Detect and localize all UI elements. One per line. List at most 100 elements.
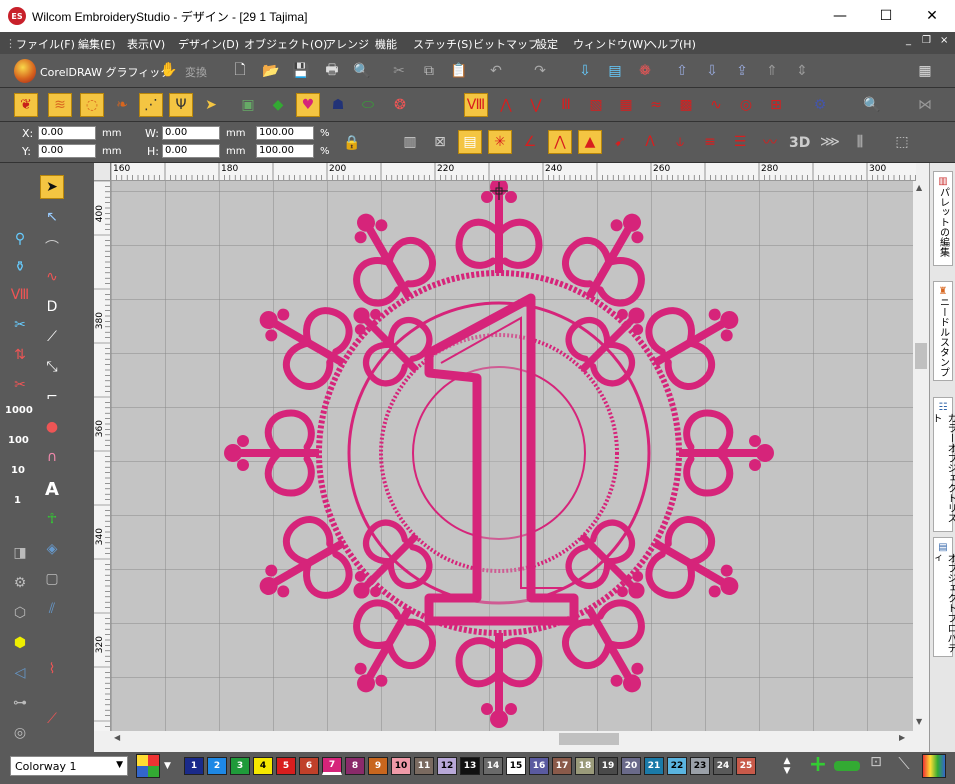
- maximize-button[interactable]: ☐: [863, 0, 909, 32]
- pattern-fill-icon[interactable]: ▦: [614, 93, 638, 117]
- lines-icon[interactable]: ≡: [698, 130, 722, 154]
- frame-icon[interactable]: ▢: [40, 567, 64, 591]
- menu-edit[interactable]: 編集(E): [78, 36, 116, 52]
- mdi-close-button[interactable]: ×: [940, 35, 948, 46]
- thread-swatch[interactable]: 20: [621, 757, 641, 775]
- scroll-right-icon[interactable]: ▶: [899, 733, 905, 742]
- save-icon[interactable]: 💾: [289, 59, 313, 83]
- design-canvas[interactable]: [111, 181, 913, 731]
- auto-fabric-icon[interactable]: ▤: [458, 130, 482, 154]
- fan-icon[interactable]: ⫝: [668, 130, 692, 154]
- stitch-player-icon[interactable]: ⇩: [573, 59, 597, 83]
- menu-object[interactable]: オブジェクト(O): [244, 36, 327, 52]
- cut-icon[interactable]: ✂: [387, 59, 411, 83]
- thread-swatch[interactable]: 10: [391, 757, 411, 775]
- mirror-icon[interactable]: ⋈: [913, 93, 937, 117]
- reshape-line-icon[interactable]: ⌇: [40, 657, 64, 681]
- thread-swatch[interactable]: 6: [299, 757, 319, 775]
- tab-object-properties[interactable]: ▤ オブジェクトプロパティ: [930, 537, 955, 657]
- add-color-icon[interactable]: +: [806, 754, 830, 778]
- needle-icon[interactable]: ⇅: [8, 343, 32, 367]
- columns-icon[interactable]: ⫼: [848, 130, 872, 154]
- print-icon[interactable]: 🖶: [320, 59, 344, 83]
- thread-swatch[interactable]: 17: [552, 757, 572, 775]
- horizontal-scroll-thumb[interactable]: [559, 733, 619, 745]
- arrange-up-icon[interactable]: ⇧: [670, 59, 694, 83]
- vertical-scroll-thumb[interactable]: [915, 343, 927, 369]
- hexagon-filled-icon[interactable]: ⬢: [8, 631, 32, 655]
- shape-square-icon[interactable]: ◨: [8, 541, 32, 565]
- diagonal-fill-icon[interactable]: ▧: [584, 93, 608, 117]
- thread-swatch[interactable]: 16: [529, 757, 549, 775]
- scroll-left-icon[interactable]: ◀: [114, 733, 120, 742]
- arrange-down-icon[interactable]: ⇩: [700, 59, 724, 83]
- grid-toggle-icon[interactable]: ▦: [913, 59, 937, 83]
- thread-swatch[interactable]: 25: [736, 757, 756, 775]
- send-back-icon[interactable]: ⇑: [760, 59, 784, 83]
- thread-swatch[interactable]: 21: [644, 757, 664, 775]
- copy-icon[interactable]: ⧉: [417, 59, 441, 83]
- travel-icon[interactable]: ▤: [603, 59, 627, 83]
- y-field[interactable]: 0.00: [38, 144, 96, 158]
- parallel-icon[interactable]: ⫽: [40, 597, 64, 621]
- vertical-scrollbar[interactable]: ▲ ▼: [913, 181, 929, 731]
- thread-swatch[interactable]: 12: [437, 757, 457, 775]
- spiral-fill-icon[interactable]: ◎: [734, 93, 758, 117]
- count-1[interactable]: 1: [14, 495, 21, 506]
- menu-design[interactable]: デザイン(D): [178, 36, 239, 52]
- scroll-down-icon[interactable]: ▼: [916, 717, 922, 726]
- thread-swatch[interactable]: 23: [690, 757, 710, 775]
- appliqué-icon[interactable]: ☗: [326, 93, 350, 117]
- coreldraw-graphics-button[interactable]: CorelDRAW グラフィック: [40, 64, 171, 80]
- thread-swatch[interactable]: 9: [368, 757, 388, 775]
- trident-icon[interactable]: Ψ: [169, 93, 193, 117]
- color-wheel-icon[interactable]: ❂: [388, 93, 412, 117]
- thread-swatch[interactable]: 13: [460, 757, 480, 775]
- cutwork-icon[interactable]: ⬚: [890, 130, 914, 154]
- menu-help[interactable]: ヘルプ(H): [646, 36, 696, 52]
- mdi-minimize-button[interactable]: _: [906, 35, 911, 46]
- thread-swatch[interactable]: 14: [483, 757, 503, 775]
- reshape-icon[interactable]: ↖: [40, 205, 64, 229]
- thread-swatch[interactable]: 2: [207, 757, 227, 775]
- cut-tool-icon[interactable]: ✂: [8, 373, 32, 397]
- connector-icon[interactable]: ⊶: [8, 691, 32, 715]
- shape-d-icon[interactable]: D: [40, 295, 64, 319]
- stitch-edit-icon[interactable]: ⚲: [8, 227, 32, 251]
- thread-swatch[interactable]: 5: [276, 757, 296, 775]
- menu-settings[interactable]: 設定: [536, 36, 558, 52]
- tab-palette-editor[interactable]: ▥ パレットの編集: [933, 171, 953, 266]
- spin-arrows-icon[interactable]: ▲ ▼: [780, 756, 794, 778]
- thread-swatch[interactable]: 4: [253, 757, 273, 775]
- colorway-select[interactable]: Colorway 1 ▼: [10, 756, 128, 776]
- zigzag-icon[interactable]: ⋁: [524, 93, 548, 117]
- outline-stitch-icon[interactable]: ◌: [80, 93, 104, 117]
- polyline-icon[interactable]: ⌐: [40, 385, 64, 409]
- grid-stitch-icon[interactable]: ▥: [398, 130, 422, 154]
- thread-swatch[interactable]: 19: [598, 757, 618, 775]
- knife-icon[interactable]: ⚱: [8, 255, 32, 279]
- remove-color-icon[interactable]: [834, 761, 860, 771]
- tab-color-object-list[interactable]: ☷ カラーオブジェクトリスト: [930, 397, 955, 532]
- h-field[interactable]: 0.00: [162, 144, 220, 158]
- lettering-icon[interactable]: A: [40, 477, 64, 501]
- picture-icon[interactable]: ▣: [236, 93, 260, 117]
- tatami-icon[interactable]: ⋀: [494, 93, 518, 117]
- angle-icon[interactable]: ∠: [518, 130, 542, 154]
- group-icon[interactable]: ⇕: [790, 59, 814, 83]
- satin-icon[interactable]: Ⅷ: [464, 93, 488, 117]
- new-file-icon[interactable]: 🗋: [228, 59, 252, 83]
- undo-icon[interactable]: ↶: [484, 59, 508, 83]
- zoom-icon[interactable]: 🔍: [860, 93, 884, 117]
- thread-swatch[interactable]: 7: [322, 757, 342, 775]
- hexagon-icon[interactable]: ⬡: [8, 601, 32, 625]
- run-stitch-icon[interactable]: ∿: [40, 265, 64, 289]
- 3d-button[interactable]: 3D: [789, 135, 810, 151]
- hoop-icon[interactable]: ◎: [8, 721, 32, 745]
- x-field[interactable]: 0.00: [38, 126, 96, 140]
- thread-swatch[interactable]: 11: [414, 757, 434, 775]
- shapes-icon[interactable]: ◆: [266, 93, 290, 117]
- menu-functions[interactable]: 機能: [375, 36, 397, 52]
- color-film-icon[interactable]: ❁: [633, 59, 657, 83]
- border-icon[interactable]: ⬭: [356, 93, 380, 117]
